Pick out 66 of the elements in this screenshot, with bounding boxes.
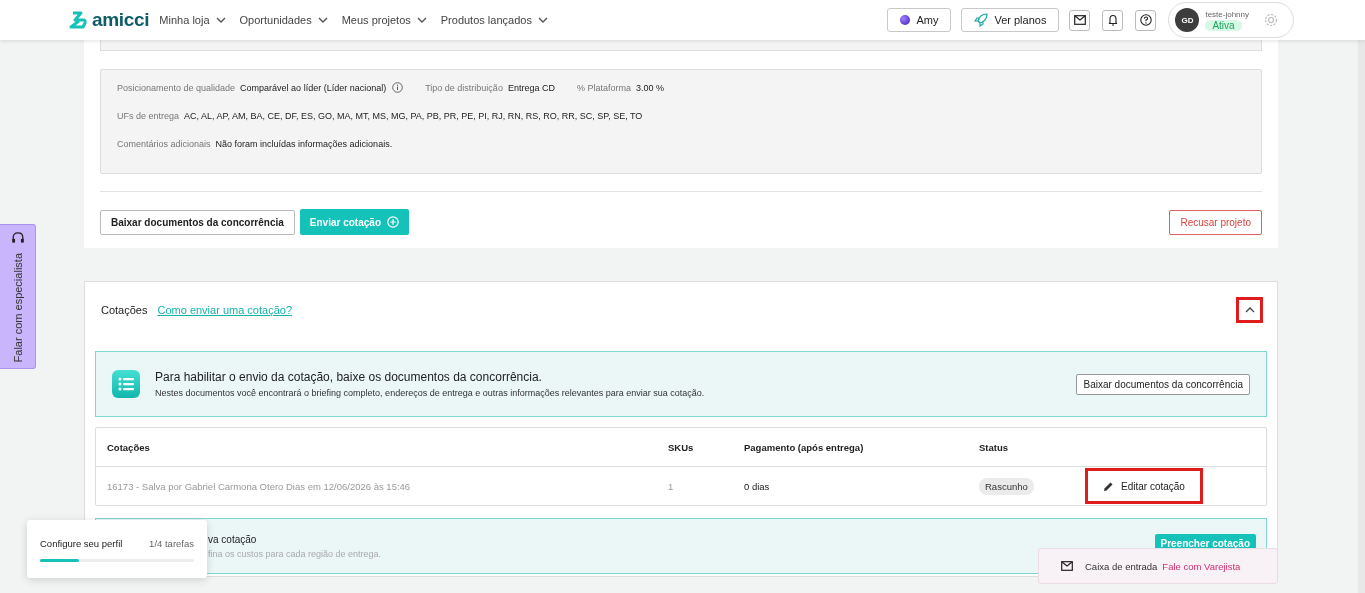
field-label: Comentários adicionais: [117, 139, 211, 149]
column-header: Status: [979, 441, 1010, 453]
download-documents-button[interactable]: Baixar documentos da concorrência: [100, 209, 295, 235]
notice-title: Para habilitar o envio da cotação, baixe os documentos da concorrência.: [155, 370, 543, 384]
contact-link[interactable]: Fale com Varejista: [1162, 560, 1241, 572]
section-title: Cotações: [101, 304, 148, 316]
chevron-down-icon: [537, 17, 548, 23]
logo-text: amicci: [92, 9, 150, 31]
notice-text: Nestes documentos você encontrará o briefing completo, endereços de entrega e outras informações relevantes para enviar sua cotação.: [155, 388, 705, 398]
edit-quote-button[interactable]: Editar cotação: [1085, 468, 1203, 504]
popup-title: Configure seu perfil: [40, 538, 123, 549]
rocket-icon: [974, 13, 989, 27]
field-value: Não foram incluídas informações adicionais.: [215, 139, 393, 149]
specialist-tab[interactable]: Falar com especialista: [0, 224, 36, 369]
column-header: Cotações: [107, 441, 151, 453]
collapse-toggle[interactable]: [1236, 297, 1263, 323]
table-cell-text: 16173 - Salva por Gabriel Carmona Otero Dias em 12/06/2026 às 15:46: [107, 480, 412, 492]
field-value: 3.00 %: [635, 82, 664, 93]
field-label: Posicionamento de qualidade: [117, 82, 236, 93]
nav-menu[interactable]: Minha loja: [159, 14, 226, 26]
bell-icon: [1107, 14, 1118, 26]
inbox-popup[interactable]: Caixa de entrada Fale com Varejista: [1038, 548, 1278, 584]
info-icon[interactable]: [392, 82, 404, 93]
pencil-icon: [1103, 480, 1114, 492]
chevron-down-icon: [215, 17, 226, 23]
field-value: Entrega CD: [507, 82, 555, 93]
logo-icon: [69, 11, 89, 29]
plans-button[interactable]: Ver planos: [961, 8, 1060, 32]
nav-menu[interactable]: Oportunidades: [239, 14, 328, 26]
amy-button[interactable]: Amy: [887, 8, 952, 32]
profile-progress-popup[interactable]: Configure seu perfil 1/4 tarefas: [27, 520, 207, 578]
status-badge: Ativa: [1205, 19, 1242, 31]
download-documents-button[interactable]: Baixar documentos da concorrência: [1076, 373, 1250, 395]
table-cell-text: 0 dias: [744, 480, 771, 492]
field-label: UFs de entrega: [117, 111, 180, 121]
logo[interactable]: amicci: [69, 9, 150, 31]
mail-button[interactable]: [1069, 9, 1091, 31]
chevron-down-icon: [416, 17, 427, 23]
mail-icon: [1073, 15, 1086, 25]
column-header: Pagamento (após entrega): [744, 441, 865, 453]
notifications-button[interactable]: [1102, 9, 1124, 31]
field-value: AC, AL, AP, AM, BA, CE, DF, ES, GO, MA, MT, MS, MG, PA, PB, PR, PE, PI, RJ, RN, RS, RO, RR, SC, SP, SE, TO: [184, 111, 643, 121]
nav-menu[interactable]: Produtos lançados: [440, 14, 548, 26]
headset-icon: [10, 231, 25, 245]
help-button[interactable]: [1135, 9, 1157, 31]
list-icon: [112, 370, 140, 398]
refuse-project-button[interactable]: Recusar projeto: [1169, 209, 1262, 235]
user-name: teste-johnny: [1205, 9, 1249, 19]
chevron-up-icon: [1244, 307, 1255, 313]
banner-title: va cotação: [208, 533, 258, 545]
chevron-down-icon: [317, 17, 328, 23]
user-avatar: GD: [1175, 8, 1200, 32]
nav-menu[interactable]: Meus projetos: [341, 14, 427, 26]
banner-text: fina os custos para cada região de entrega.: [208, 548, 382, 559]
inbox-label: Caixa de entrada: [1085, 560, 1158, 572]
field-label: Tipo de distribuição: [425, 82, 503, 93]
field-label: % Plataforma: [576, 82, 631, 93]
table-cell-text: 1: [668, 480, 675, 492]
plus-circle-icon: [387, 216, 399, 228]
help-icon: [1139, 14, 1152, 26]
task-count: 1/4 tarefas: [149, 538, 194, 549]
status-badge: Rascunho: [979, 477, 1034, 495]
field-value: Comparável ao líder (Líder nacional): [240, 82, 387, 93]
mail-icon: [1061, 561, 1073, 571]
orb-icon: [900, 15, 911, 25]
column-header: SKUs: [668, 441, 695, 453]
